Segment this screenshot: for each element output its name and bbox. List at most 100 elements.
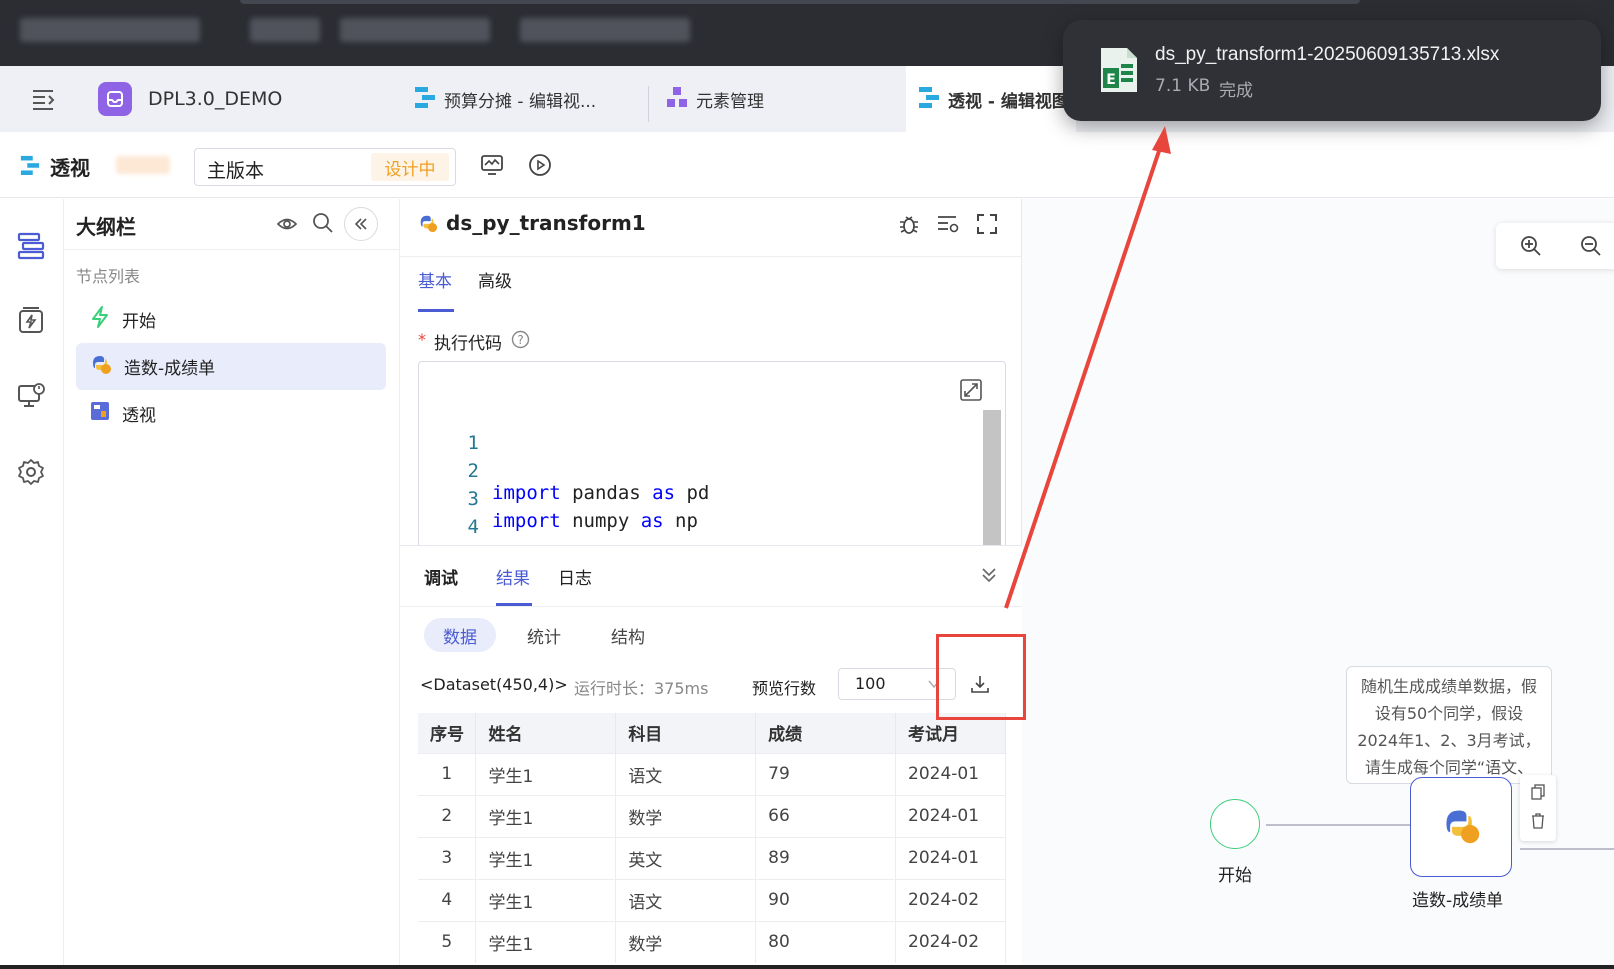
node-actions xyxy=(1520,775,1556,841)
table-row: 5 学生1 数学 80 2024-02 xyxy=(418,920,1006,963)
tab-basic[interactable]: 基本 xyxy=(418,267,452,292)
outline-icon[interactable] xyxy=(16,231,46,266)
dataset-info: <Dataset(450,4)> xyxy=(420,675,568,694)
active-tab-indicator xyxy=(418,309,454,312)
python-icon xyxy=(90,353,112,380)
left-rail xyxy=(0,199,64,969)
subtab-structure[interactable]: 结构 xyxy=(592,618,664,652)
zoom-in-icon[interactable] xyxy=(1520,235,1542,262)
resource-icon[interactable] xyxy=(16,305,46,340)
app-name: DPL3.0_DEMO xyxy=(148,88,283,110)
edge-connector xyxy=(1520,848,1614,850)
settings-icon[interactable] xyxy=(16,457,46,492)
download-notification[interactable]: E ds_py_transform1-20250609135713.xlsx 7… xyxy=(1063,20,1601,121)
flow-icon xyxy=(414,85,436,114)
delete-icon[interactable] xyxy=(1531,813,1545,834)
start-node-label: 开始 xyxy=(1218,866,1252,886)
tab-budget-allocation[interactable]: 预算分摊 - 编辑视... xyxy=(414,66,596,132)
table-row: 4 学生1 语文 90 2024-02 xyxy=(418,878,1006,921)
list-settings-icon[interactable] xyxy=(936,213,960,240)
version-value: 主版本 xyxy=(207,160,265,182)
tab-element-management[interactable]: 元素管理 xyxy=(666,66,764,132)
python-icon xyxy=(1441,805,1481,850)
tab-debug[interactable]: 调试 xyxy=(424,564,458,589)
edge-connector xyxy=(1266,821,1420,829)
zoom-controls xyxy=(1496,223,1614,269)
node-label: 透视 xyxy=(122,406,156,426)
hierarchy-icon xyxy=(666,86,688,113)
excel-file-icon: E xyxy=(1099,46,1139,99)
node-item-report-card[interactable]: 造数-成绩单 xyxy=(76,343,386,390)
download-status: 完成 xyxy=(1219,81,1253,101)
table-row: 3 学生1 英文 89 2024-01 xyxy=(418,836,1006,879)
zoom-out-icon[interactable] xyxy=(1580,235,1602,262)
required-mark: * xyxy=(418,330,426,349)
tab-advanced[interactable]: 高级 xyxy=(478,267,512,292)
status-badge: 设计中 xyxy=(371,153,449,181)
version-select[interactable]: 主版本 设计中 xyxy=(194,148,456,186)
bottom-border xyxy=(0,965,1614,969)
monitor-icon[interactable] xyxy=(480,154,504,181)
column-header: 科目 xyxy=(615,713,757,753)
section-label: 节点列表 xyxy=(76,267,141,286)
expand-icon[interactable] xyxy=(959,378,983,407)
node-label: 造数-成绩单 xyxy=(124,359,216,379)
tab-label: 透视 - 编辑视图 xyxy=(948,91,1069,112)
column-header: 成绩 xyxy=(755,713,897,753)
copy-icon[interactable] xyxy=(1531,784,1545,805)
download-size: 7.1 KB xyxy=(1155,76,1211,96)
pivot-icon xyxy=(90,401,110,426)
app-switcher[interactable]: DPL3.0_DEMO xyxy=(98,66,282,132)
lightning-icon xyxy=(90,306,110,333)
node-item-pivot[interactable]: 透视 xyxy=(76,390,386,437)
search-icon[interactable] xyxy=(312,212,334,239)
annotation-arrow xyxy=(1004,126,1171,609)
svg-text:?: ? xyxy=(517,333,523,347)
code-line: 2 import pandas as pd xyxy=(467,460,710,504)
column-header: 序号 xyxy=(418,713,477,753)
code-line: 3 import numpy as np xyxy=(467,488,698,532)
outline-title: 大纲栏 xyxy=(76,215,136,239)
subtab-data[interactable]: 数据 xyxy=(424,618,496,652)
tab-log[interactable]: 日志 xyxy=(558,564,592,589)
collapse-panel-icon[interactable] xyxy=(344,207,378,241)
editor-toolbar: 透视 主版本 设计中 xyxy=(0,132,1614,198)
run-icon[interactable] xyxy=(528,153,552,182)
code-editor[interactable]: 1 2 import pandas as pd 3 import numpy a… xyxy=(418,361,1006,551)
field-label: 执行代码 xyxy=(434,334,502,354)
table-row: 2 学生1 数学 66 2024-01 xyxy=(418,794,1006,837)
code-line: 4 xyxy=(467,516,479,538)
flow-icon xyxy=(918,85,940,114)
node-title: ds_py_transform1 xyxy=(446,211,646,235)
node-item-start[interactable]: 开始 xyxy=(76,296,386,343)
code-line: 1 xyxy=(467,432,479,454)
runtime-text: 运行时长：375ms xyxy=(574,679,709,698)
download-filename: ds_py_transform1-20250609135713.xlsx xyxy=(1155,44,1500,65)
blurred-tag xyxy=(116,156,170,174)
menu-toggle-icon[interactable] xyxy=(30,86,56,112)
highlight-box xyxy=(936,634,1026,720)
table-row: 1 学生1 语文 79 2024-01 xyxy=(418,752,1006,795)
visibility-icon[interactable] xyxy=(276,213,298,240)
python-node[interactable] xyxy=(1410,777,1512,877)
node-description-tooltip: 随机生成成绩单数据，假设有50个同学，假设2024年1、2、3月考试，请生成每个… xyxy=(1346,666,1552,784)
svg-text:E: E xyxy=(1106,72,1116,88)
tab-label: 元素管理 xyxy=(696,91,764,112)
monitor-settings-icon[interactable] xyxy=(16,381,46,416)
tab-result[interactable]: 结果 xyxy=(496,564,530,589)
flow-icon xyxy=(20,154,40,181)
page-title: 透视 xyxy=(50,156,90,180)
python-node-label: 造数-成绩单 xyxy=(1412,891,1504,911)
preview-rows-label: 预览行数 xyxy=(752,679,817,698)
table-header-row: 序号 姓名 科目 成绩 考试月 xyxy=(418,713,1006,753)
outline-panel: 大纲栏 节点列表 开始 造数-成绩单 透视 xyxy=(64,199,400,969)
help-icon[interactable]: ? xyxy=(511,330,530,354)
python-icon xyxy=(418,213,438,238)
tab-label: 预算分摊 - 编辑视... xyxy=(444,91,597,112)
subtab-stats[interactable]: 统计 xyxy=(508,618,580,652)
app-logo-icon xyxy=(98,82,132,116)
start-node[interactable] xyxy=(1210,799,1260,849)
result-table: 序号 姓名 科目 成绩 考试月 1 学生1 语文 79 2024-01 2 学生… xyxy=(418,713,1006,963)
column-header: 姓名 xyxy=(475,713,617,753)
bug-icon[interactable] xyxy=(898,213,920,240)
